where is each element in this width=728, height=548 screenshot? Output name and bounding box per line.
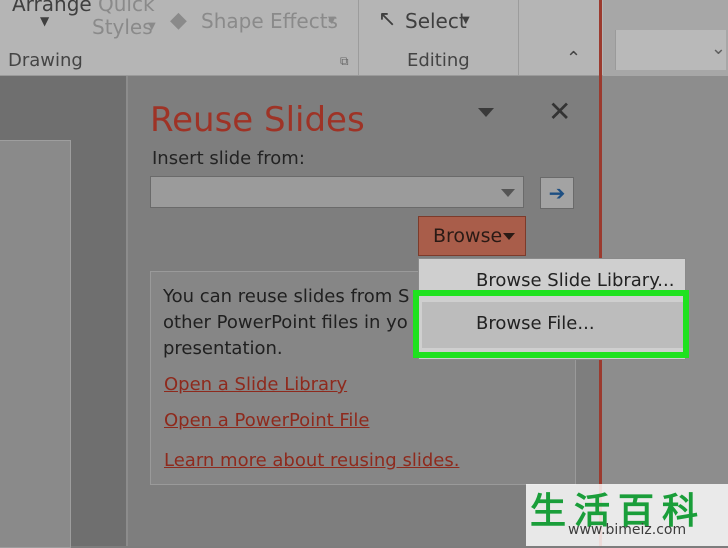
- drawing-group-label: Drawing: [8, 50, 83, 71]
- ribbon-right-area: ⌄: [603, 0, 728, 76]
- close-icon[interactable]: ✕: [548, 98, 571, 126]
- select-cursor-icon: ↖: [378, 7, 397, 32]
- dialog-launcher-icon[interactable]: ⧉: [340, 54, 349, 69]
- insert-slide-from-label: Insert slide from:: [152, 148, 305, 169]
- arrange-dropdown-icon[interactable]: ▼: [40, 14, 49, 28]
- go-arrow-button[interactable]: ➔: [540, 177, 574, 209]
- arrange-button[interactable]: Arrange: [12, 0, 92, 16]
- info-text-line1: You can reuse slides from S: [163, 286, 410, 307]
- select-dropdown-icon[interactable]: ▼: [462, 15, 470, 26]
- highlight-outline: [413, 290, 689, 358]
- pane-options-icon[interactable]: [478, 108, 494, 117]
- pane-title: Reuse Slides: [150, 100, 365, 140]
- quick-styles-dropdown-icon[interactable]: ▼: [148, 21, 156, 32]
- info-text-line2: other PowerPoint files in yo: [163, 312, 408, 333]
- open-slide-library-link[interactable]: Open a Slide Library: [164, 374, 347, 395]
- collapse-ribbon-icon[interactable]: ⌃: [566, 48, 581, 69]
- shape-effects-icon: ◆: [170, 8, 187, 33]
- quick-styles-button-line1[interactable]: Quick: [98, 0, 155, 16]
- editing-group-label: Editing: [407, 50, 470, 71]
- browse-button[interactable]: Browse: [418, 216, 526, 256]
- shape-effects-dropdown-icon[interactable]: ▼: [328, 15, 336, 26]
- shape-effects-button[interactable]: Shape Effects: [201, 9, 338, 33]
- ribbon: Arrange ▼ Quick Styles ▼ ◆ Shape Effects…: [0, 0, 603, 76]
- slide-canvas[interactable]: [0, 140, 71, 548]
- browse-button-label: Browse: [433, 225, 503, 247]
- arrow-right-icon: ➔: [548, 181, 566, 205]
- quick-styles-button[interactable]: Styles: [92, 15, 153, 39]
- insert-slide-from-input[interactable]: [150, 176, 524, 208]
- caret-down-icon: [503, 233, 515, 240]
- select-button[interactable]: Select: [405, 9, 467, 33]
- chevron-down-icon[interactable]: ⌄: [711, 38, 726, 59]
- watermark-url: www.bimeiz.com: [568, 522, 687, 538]
- learn-more-link[interactable]: Learn more about reusing slides.: [164, 450, 459, 471]
- menu-item-browse-slide-library[interactable]: Browse Slide Library...: [476, 270, 674, 291]
- open-powerpoint-file-link[interactable]: Open a PowerPoint File: [164, 410, 370, 431]
- ribbon-separator: [518, 0, 519, 76]
- ribbon-separator: [358, 0, 359, 76]
- ribbon-right-box: [615, 30, 726, 70]
- info-text-line3: presentation.: [163, 338, 283, 359]
- chevron-down-icon[interactable]: [501, 189, 515, 197]
